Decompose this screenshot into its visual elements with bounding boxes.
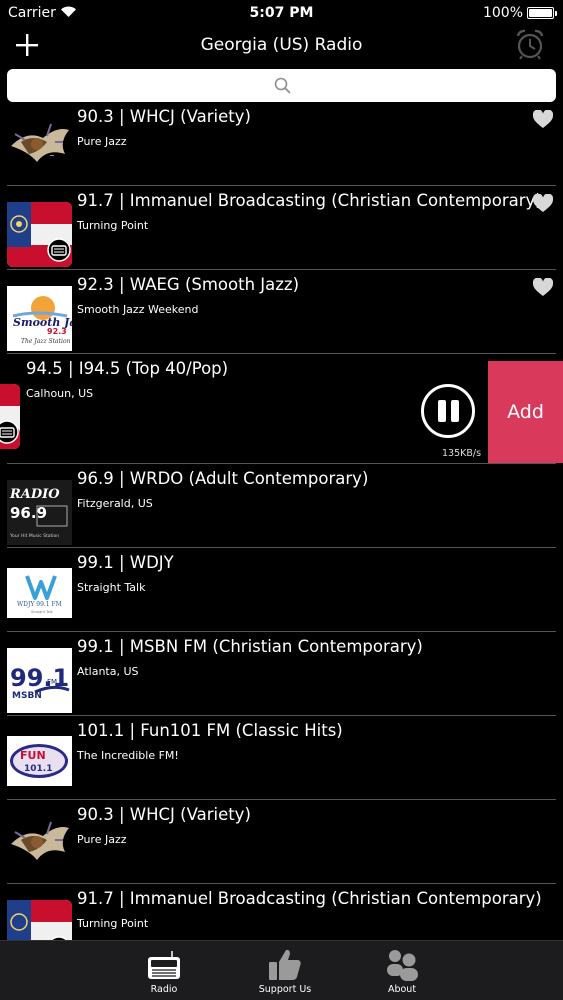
station-row-whcj[interactable]: 90.3 | WHCJ (Variety) Pure Jazz — [0, 800, 563, 884]
radio-frequency: 96.9 — [10, 504, 47, 522]
station-subtitle: Atlanta, US — [77, 665, 139, 678]
clock-time: 5:07 PM — [249, 5, 314, 21]
station-subtitle: Turning Point — [77, 219, 149, 232]
station-subtitle: Pure Jazz — [77, 833, 127, 846]
msbn-logo: 99.1 FM MSBN — [7, 648, 72, 713]
station-subtitle: The Incredible FM! — [77, 749, 179, 762]
radio-tagline: Your Hit Music Station — [9, 533, 59, 539]
fun-frequency: 101.1 — [24, 764, 52, 774]
station-subtitle: Calhoun, US — [26, 387, 94, 400]
georgia-flag-logo — [7, 202, 72, 267]
smooth-jazz-tagline: The Jazz Station — [21, 338, 71, 345]
smooth-jazz-frequency: 92.3 — [47, 327, 67, 336]
station-name: 91.7 | Immanuel Broadcasting (Christian … — [77, 191, 542, 210]
station-name: 91.7 | Immanuel Broadcasting (Christian … — [77, 889, 542, 908]
station-row-wrdo[interactable]: RADIO 96.9 Your Hit Music Station 96.9 |… — [0, 464, 563, 548]
msbn-fm: FM — [47, 678, 57, 686]
tab-label: About — [387, 984, 417, 995]
station-row-msbn[interactable]: 99.1 FM MSBN 99.1 | MSBN FM (Christian C… — [0, 632, 563, 716]
station-row-immanuel[interactable]: 91.7 | Immanuel Broadcasting (Christian … — [0, 884, 563, 940]
radio-96-9-logo: RADIO 96.9 Your Hit Music Station — [7, 480, 72, 545]
stream-speed: 135KB/s — [442, 448, 482, 459]
page-title: Georgia (US) Radio — [200, 35, 363, 55]
station-subtitle: Smooth Jazz Weekend — [77, 303, 199, 316]
smooth-jazz-logo: Smooth Jazz 92.3 The Jazz Station — [7, 286, 72, 351]
tab-label: Radio — [150, 984, 178, 995]
station-name: 90.3 | WHCJ (Variety) — [77, 107, 251, 126]
tab-bar: Radio Support Us About — [0, 940, 563, 1000]
station-name: 90.3 | WHCJ (Variety) — [77, 805, 251, 824]
station-subtitle: Pure Jazz — [77, 135, 127, 148]
radio-icon — [148, 951, 180, 979]
fun101-logo: FUN 101.1 — [7, 736, 72, 786]
battery-percent: 100% — [482, 5, 523, 21]
station-name: 94.5 | I94.5 (Top 40/Pop) — [26, 359, 229, 378]
pause-button[interactable] — [421, 384, 475, 438]
fun-wordmark: FUN — [20, 749, 46, 762]
station-row-fun101[interactable]: FUN 101.1 101.1 | Fun101 FM (Classic Hit… — [0, 716, 563, 800]
whcj-logo — [7, 810, 72, 875]
heart-icon[interactable] — [533, 110, 553, 129]
battery-icon — [527, 7, 557, 19]
tab-about[interactable]: About — [342, 941, 462, 1000]
navigation-bar: Georgia (US) Radio — [0, 26, 563, 66]
wdjy-tagline: Straight Talk — [31, 610, 54, 614]
station-row-whcj[interactable]: ~ 90.3 | WHCJ (Variety) Pure Jazz — [0, 102, 563, 186]
status-bar: Carrier 5:07 PM 100% — [0, 0, 563, 26]
station-name: 101.1 | Fun101 FM (Classic Hits) — [77, 721, 343, 740]
station-name: 92.3 | WAEG (Smooth Jazz) — [77, 275, 300, 294]
station-name: 96.9 | WRDO (Adult Contemporary) — [77, 469, 369, 488]
georgia-flag-logo — [7, 900, 72, 940]
station-row-i945-playing[interactable]: 94.5 | I94.5 (Top 40/Pop) Calhoun, US 13… — [0, 354, 563, 464]
station-row-wdjy[interactable]: WDJY 99.1 FM Straight Talk 99.1 | WDJY S… — [0, 548, 563, 632]
whcj-logo: ~ — [7, 112, 72, 177]
search-input[interactable] — [7, 69, 556, 102]
station-subtitle: Straight Talk — [77, 581, 146, 594]
people-icon — [387, 950, 418, 981]
thumbs-up-icon — [269, 949, 301, 980]
svg-text:~: ~ — [49, 152, 55, 160]
wdjy-callsign: WDJY 99.1 FM — [17, 601, 62, 608]
georgia-flag-logo — [0, 384, 20, 449]
radio-wordmark: RADIO — [9, 487, 60, 502]
add-favorite-button[interactable]: Add — [488, 361, 563, 463]
station-subtitle: Fitzgerald, US — [77, 497, 153, 510]
heart-icon[interactable] — [533, 278, 553, 297]
station-row-waeg[interactable]: Smooth Jazz 92.3 The Jazz Station 92.3 |… — [0, 270, 563, 354]
tab-radio[interactable]: Radio — [104, 941, 224, 1000]
tab-label: Support Us — [258, 984, 312, 995]
station-subtitle: Turning Point — [77, 917, 149, 930]
tab-support-us[interactable]: Support Us — [225, 941, 345, 1000]
station-name: 99.1 | WDJY — [77, 553, 174, 572]
station-row-immanuel[interactable]: 91.7 | Immanuel Broadcasting (Christian … — [0, 186, 563, 270]
heart-icon[interactable] — [533, 194, 553, 213]
alarm-clock-icon[interactable] — [515, 28, 545, 60]
search-bar[interactable] — [7, 69, 556, 102]
wdjy-logo: WDJY 99.1 FM Straight Talk — [7, 568, 72, 618]
station-name: 99.1 | MSBN FM (Christian Contemporary) — [77, 637, 423, 656]
station-list: ~ 90.3 | WHCJ (Variety) Pure Jazz 91.7 |… — [0, 102, 563, 940]
